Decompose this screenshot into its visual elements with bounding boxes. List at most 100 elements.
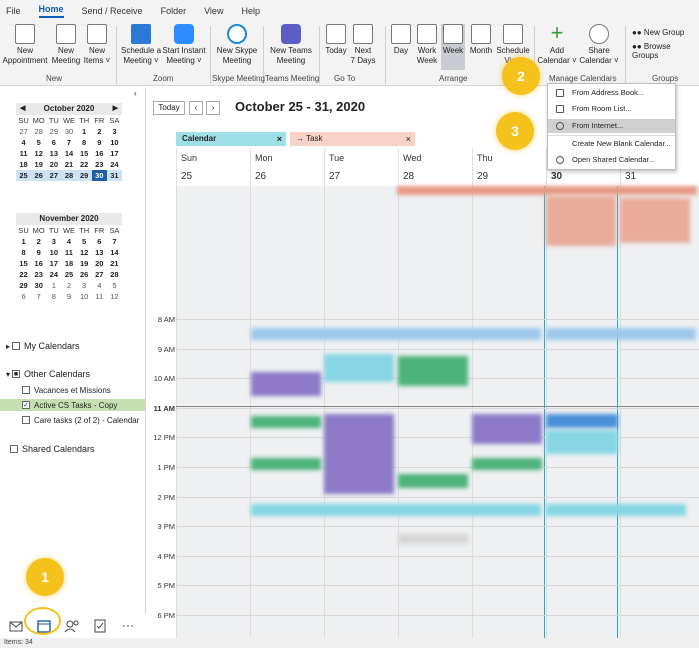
mini-calendar-day[interactable]: 13 [46, 148, 61, 159]
mini-calendar-day[interactable]: 10 [77, 291, 92, 302]
mini-calendar-day[interactable]: 13 [92, 247, 107, 258]
mini-calendar-day[interactable]: 19 [31, 159, 46, 170]
mini-calendar-day[interactable]: 20 [46, 159, 61, 170]
day-date[interactable]: 30 [546, 168, 620, 186]
mini-calendar-day[interactable]: 11 [92, 291, 107, 302]
mini-calendar-day[interactable]: 7 [31, 291, 46, 302]
mini-calendar-day[interactable]: 10 [46, 247, 61, 258]
calendar-event[interactable] [251, 372, 321, 396]
new-appointment-button[interactable]: New Appointment [2, 24, 48, 66]
day-column[interactable] [398, 186, 472, 638]
day-date[interactable]: 25 [176, 168, 250, 186]
mini-calendar-day[interactable]: 30 [91, 170, 107, 181]
mini-calendar-day[interactable]: 12 [107, 291, 122, 302]
mini-calendar-day[interactable]: 3 [77, 280, 92, 291]
mini-calendar-day[interactable]: 31 [106, 170, 122, 181]
mini-calendar-day[interactable]: 18 [16, 159, 31, 170]
menu-home[interactable]: Home [38, 4, 64, 18]
mini-calendar-day[interactable]: 28 [31, 126, 46, 137]
menu-item-from-internet[interactable]: From Internet... [548, 119, 675, 133]
mini-calendar-day[interactable]: 27 [16, 126, 31, 137]
shared-calendars-group[interactable]: Shared Calendars [6, 444, 95, 454]
mini-calendar-day[interactable]: 23 [31, 269, 46, 280]
prev-month-icon[interactable]: ◀ [20, 103, 25, 115]
browse-groups-button[interactable]: ●● Browse Groups [632, 42, 699, 60]
calendar-event[interactable] [398, 474, 468, 488]
menu-folder[interactable]: Folder [161, 6, 187, 16]
calendar-event[interactable] [546, 328, 696, 340]
mini-calendar-day[interactable]: 18 [61, 258, 76, 269]
day-column[interactable] [472, 186, 546, 638]
multi-day-task-bar[interactable] [397, 186, 697, 195]
mini-calendar-day[interactable]: 4 [16, 137, 31, 148]
calendar-event[interactable] [398, 356, 468, 386]
mini-calendar-day[interactable]: 30 [61, 126, 76, 137]
today-button[interactable]: Today [153, 101, 185, 115]
mini-calendar-day[interactable]: 29 [16, 280, 31, 291]
menu-item-from-room-list[interactable]: From Room List... [548, 102, 675, 116]
calendar-event[interactable] [324, 354, 394, 382]
mini-calendar-day[interactable]: 6 [92, 236, 107, 247]
checkbox-icon[interactable] [22, 416, 30, 424]
people-icon[interactable] [60, 614, 84, 638]
schedule-meeting-button[interactable]: Schedule a Meeting ˅ [120, 24, 162, 66]
menu-file[interactable]: File [6, 6, 21, 16]
mini-calendar-day[interactable]: 1 [77, 126, 92, 137]
mini-calendar-day[interactable]: 11 [16, 148, 31, 159]
day-date[interactable]: 28 [398, 168, 472, 186]
mini-calendar-day[interactable]: 11 [61, 247, 76, 258]
calendar-item-vacances[interactable]: Vacances et Missions [22, 384, 111, 396]
start-instant-meeting-button[interactable]: Start Instant Meeting ˅ [162, 24, 206, 66]
mini-calendar-day[interactable]: 23 [92, 159, 107, 170]
mini-calendar-day[interactable]: 29 [46, 126, 61, 137]
next-month-icon[interactable]: ▶ [113, 103, 118, 115]
mini-calendar-day[interactable]: 2 [92, 126, 107, 137]
new-group-button[interactable]: ●● New Group [632, 28, 684, 37]
calendar-event[interactable] [472, 458, 542, 470]
mini-calendar-day[interactable]: 4 [92, 280, 107, 291]
day-column[interactable] [250, 186, 324, 638]
calendar-event[interactable] [251, 416, 321, 428]
new-items-button[interactable]: New Items ˅ [82, 24, 112, 66]
mini-calendar-day[interactable]: 19 [77, 258, 92, 269]
mini-calendar-day[interactable]: 30 [31, 280, 46, 291]
mini-calendar-day[interactable]: 25 [16, 170, 32, 181]
mini-calendar-day[interactable]: 9 [61, 291, 76, 302]
more-icon[interactable]: ··· [116, 614, 140, 638]
day-date[interactable]: 31 [620, 168, 694, 186]
close-icon[interactable]: × [406, 132, 411, 146]
mini-calendar-day[interactable]: 10 [107, 137, 122, 148]
menu-item-from-address-book[interactable]: From Address Book... [548, 86, 675, 100]
mini-calendar-day[interactable]: 4 [61, 236, 76, 247]
menu-send-receive[interactable]: Send / Receive [82, 6, 143, 16]
mini-calendar-day[interactable]: 12 [31, 148, 46, 159]
mini-calendar-day[interactable]: 15 [77, 148, 92, 159]
share-calendar-button[interactable]: Share Calendar ˅ [578, 24, 620, 66]
mini-calendar-day[interactable]: 12 [77, 247, 92, 258]
mini-calendar-day[interactable]: 17 [46, 258, 61, 269]
mini-calendar-day[interactable]: 8 [16, 247, 31, 258]
mini-calendar-day[interactable]: 9 [31, 247, 46, 258]
mini-calendar-day[interactable]: 27 [46, 170, 62, 181]
my-calendars-group[interactable]: ▸ My Calendars [6, 341, 80, 351]
day-column[interactable] [324, 186, 398, 638]
next-week-button[interactable]: › [206, 101, 220, 115]
calendar-item-active-cs[interactable]: ✓ Active CS Tasks - Copy [0, 399, 145, 411]
week-view-button[interactable]: Week [441, 24, 465, 56]
mini-calendar-day[interactable]: 1 [46, 280, 61, 291]
mini-calendar-day[interactable]: 22 [16, 269, 31, 280]
mini-calendar-day[interactable]: 2 [61, 280, 76, 291]
mini-calendar-day[interactable]: 16 [92, 148, 107, 159]
calendar-item-care-tasks[interactable]: Care tasks (2 of 2) - Calendar [22, 414, 139, 426]
next-7-days-button[interactable]: Next 7 Days [350, 24, 376, 66]
mini-calendar-day[interactable]: 28 [107, 269, 122, 280]
month-view-button[interactable]: Month [468, 24, 494, 56]
mini-calendar-day[interactable]: 16 [31, 258, 46, 269]
prev-week-button[interactable]: ‹ [189, 101, 203, 115]
day-column[interactable] [176, 186, 250, 638]
new-skype-meeting-button[interactable]: New Skype Meeting [212, 24, 262, 66]
mini-calendar-day[interactable]: 6 [46, 137, 61, 148]
calendar-event[interactable] [546, 430, 618, 454]
calendar-event[interactable] [251, 458, 321, 470]
new-teams-meeting-button[interactable]: New Teams Meeting [266, 24, 316, 66]
